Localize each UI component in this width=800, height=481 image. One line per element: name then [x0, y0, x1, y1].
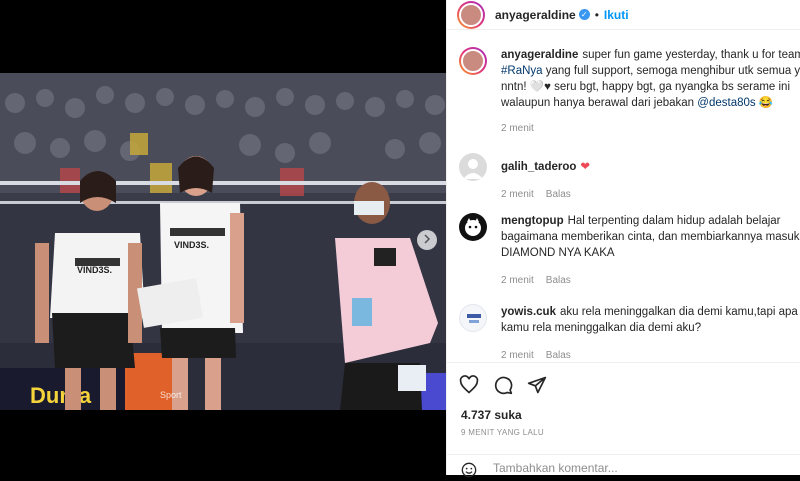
comment-text-line3: DIAMOND NYA KAKA	[501, 247, 615, 259]
caption-emoji: 😂	[758, 97, 774, 109]
banner-text: Dunia	[30, 383, 92, 408]
caption-hashtag[interactable]: #RaNya	[501, 65, 543, 77]
commenter-avatar[interactable]	[459, 213, 487, 241]
svg-text:VIND3S.: VIND3S.	[174, 240, 209, 250]
post-time-ago: 9 MENIT YANG LALU	[461, 428, 544, 437]
photo-watermark: Sport	[160, 390, 182, 400]
comment-time: 2 menit	[501, 350, 534, 360]
comment-time: 2 menit	[501, 189, 534, 200]
separator-dot: •	[594, 7, 599, 22]
caption-line4: walaupun hanya berawal dari jebakan	[501, 97, 695, 109]
reply-button[interactable]: Balas	[546, 350, 571, 360]
author-username[interactable]: anyageraldine	[495, 8, 576, 22]
comment-text-line2: kamu rela meninggalkan dia demi aku?	[501, 322, 702, 334]
action-bar	[447, 362, 800, 403]
chevron-right-icon	[423, 233, 431, 247]
add-comment-bar	[447, 454, 800, 478]
comment-text: ❤	[580, 161, 591, 173]
comment-username[interactable]: yowis.cuk	[501, 306, 556, 318]
emoji-icon[interactable]	[461, 462, 477, 481]
add-comment-input[interactable]	[491, 460, 785, 476]
verified-badge-icon: ✓	[578, 9, 590, 20]
comment-item: galih_taderoo ❤ 2 menit Balas	[459, 153, 800, 203]
caption-mention[interactable]: @desta80s	[697, 97, 755, 109]
comment-text-line1: aku rela meninggalkan dia demi kamu,tapi…	[559, 306, 798, 318]
post-side-panel: anyageraldine ✓ • Ikuti anyageraldine sup…	[446, 0, 800, 478]
commenter-avatar[interactable]	[459, 304, 487, 332]
caption-time: 2 menit	[501, 123, 534, 134]
reply-button[interactable]: Balas	[546, 189, 571, 200]
commenter-avatar[interactable]	[459, 153, 487, 181]
svg-text:VIND3S.: VIND3S.	[77, 265, 112, 275]
author-avatar[interactable]	[457, 0, 485, 29]
post-header: anyageraldine ✓ • Ikuti	[447, 0, 800, 30]
comment-item: yowis.cuk aku rela meninggalkan dia demi …	[459, 304, 800, 360]
caption-username[interactable]: anyageraldine	[501, 49, 578, 61]
caption-line1: super fun game yesterday, thank u for te…	[582, 49, 800, 61]
comment-time: 2 menit	[501, 275, 534, 286]
comment-username[interactable]: mengtopup	[501, 215, 564, 227]
caption-line3: nntn! 🤍♥ seru bgt, happy bgt, ga nyangka…	[501, 81, 791, 93]
comments-list[interactable]: anyageraldine super fun game yesterday, t…	[447, 38, 800, 360]
comment-icon[interactable]	[493, 375, 513, 398]
share-icon[interactable]	[527, 375, 547, 398]
caption-line2: yang full support, semoga menghibur utk …	[545, 65, 800, 77]
likes-count[interactable]: 4.737 suka	[461, 408, 522, 422]
follow-button[interactable]: Ikuti	[604, 8, 629, 22]
post-photo: Dunia VIND3S. VIND3S. Sport	[0, 73, 446, 410]
comment-text-line2: bagaimana memberikan cinta, dan membiark…	[501, 231, 800, 243]
comment-text-line1: Hal terpenting dalam hidup adalah belaja…	[567, 215, 781, 227]
caption-avatar[interactable]	[459, 47, 487, 75]
comment-username[interactable]: galih_taderoo	[501, 161, 576, 173]
post-media: Dunia VIND3S. VIND3S. Sport	[0, 0, 446, 475]
reply-button[interactable]: Balas	[546, 275, 571, 286]
heart-icon[interactable]	[459, 375, 479, 398]
comment-item: mengtopup Hal terpenting dalam hidup adal…	[459, 213, 800, 289]
caption: anyageraldine super fun game yesterday, t…	[459, 47, 800, 137]
next-photo-button[interactable]	[417, 230, 437, 250]
